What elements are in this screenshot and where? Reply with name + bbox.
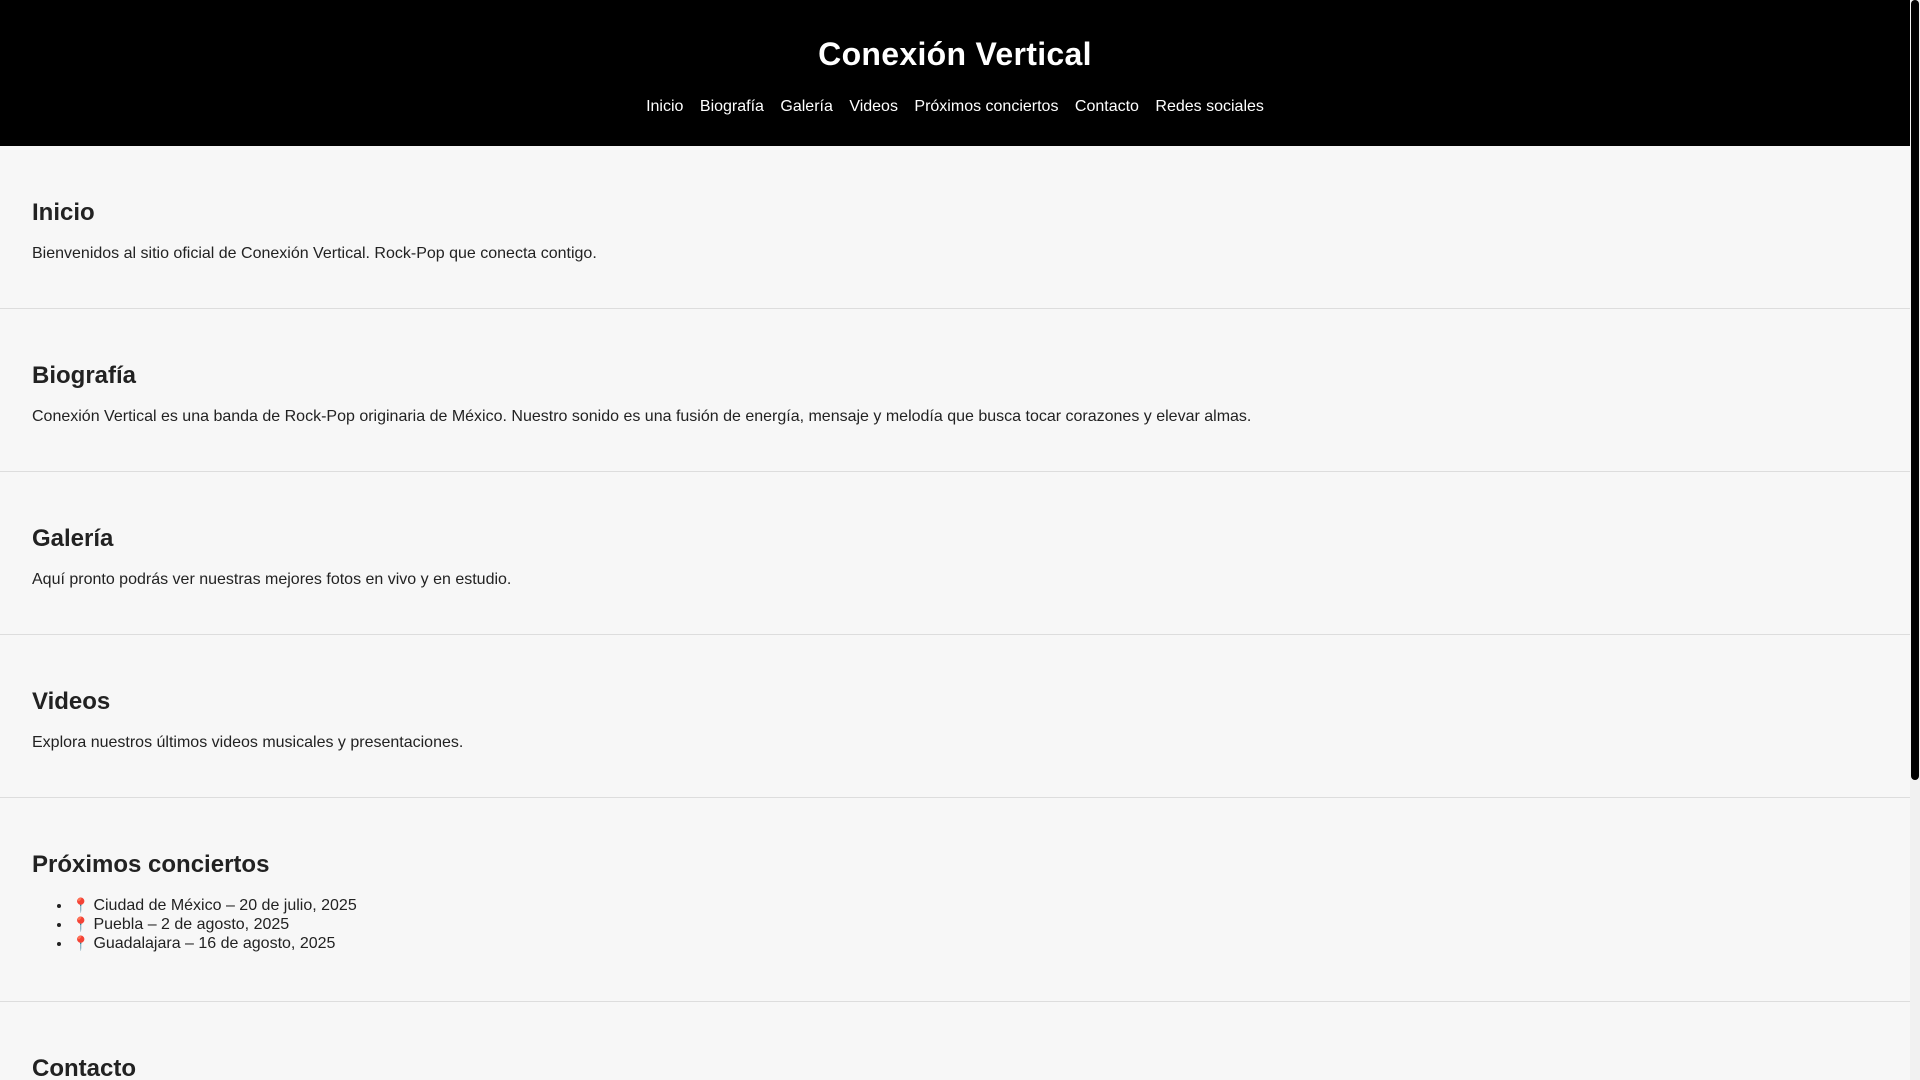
- section-heading: Videos: [32, 688, 111, 715]
- nav-link-galeria[interactable]: Galería: [780, 98, 832, 115]
- section-text: Explora nuestros últimos videos musicale…: [32, 734, 464, 751]
- section-heading: Galería: [32, 525, 114, 552]
- section-heading: Contacto: [32, 1055, 136, 1080]
- nav-link-videos[interactable]: Videos: [849, 98, 898, 115]
- section-contacto: Contacto: [0, 1002, 1910, 1080]
- section-heading: Biografía: [32, 362, 137, 389]
- site-title: Conexión Vertical: [818, 36, 1092, 72]
- section-biografia: Biografía Conexión Vertical es una banda…: [0, 309, 1910, 472]
- browser-viewport: Conexión Vertical Inicio Biografía Galer…: [0, 0, 1920, 1080]
- list-item: 📍Guadalajara – 16 de agosto, 2025: [72, 934, 1878, 953]
- concert-list: 📍Ciudad de México – 20 de julio, 2025 📍P…: [32, 896, 1878, 953]
- nav-link-biografia[interactable]: Biografía: [700, 98, 764, 115]
- site-header: Conexión Vertical Inicio Biografía Galer…: [0, 0, 1910, 146]
- concert-text: Puebla – 2 de agosto, 2025: [93, 916, 290, 933]
- list-item: 📍Ciudad de México – 20 de julio, 2025: [72, 896, 1878, 915]
- scrollbar-thumb[interactable]: [1911, 0, 1919, 780]
- nav-link-contacto[interactable]: Contacto: [1075, 98, 1139, 115]
- concert-text: Guadalajara – 16 de agosto, 2025: [93, 935, 336, 952]
- round-pushpin-icon: 📍: [72, 916, 90, 932]
- round-pushpin-icon: 📍: [72, 897, 90, 913]
- round-pushpin-icon: 📍: [72, 935, 90, 951]
- section-text: Conexión Vertical es una banda de Rock-P…: [32, 408, 1252, 425]
- list-item: 📍Puebla – 2 de agosto, 2025: [72, 915, 1878, 934]
- vertical-scrollbar[interactable]: [1910, 0, 1920, 1080]
- section-text: Aquí pronto podrás ver nuestras mejores …: [32, 571, 512, 588]
- page-content: Conexión Vertical Inicio Biografía Galer…: [0, 0, 1910, 1080]
- section-heading: Próximos conciertos: [32, 851, 270, 878]
- section-heading: Inicio: [32, 199, 95, 226]
- nav-link-proximos-conciertos[interactable]: Próximos conciertos: [914, 98, 1058, 115]
- section-galeria: Galería Aquí pronto podrás ver nuestras …: [0, 472, 1910, 635]
- concert-text: Ciudad de México – 20 de julio, 2025: [93, 897, 357, 914]
- section-inicio: Inicio Bienvenidos al sitio oficial de C…: [0, 146, 1910, 309]
- nav-link-inicio[interactable]: Inicio: [646, 98, 683, 115]
- main-nav: Inicio Biografía Galería Videos Próximos…: [0, 97, 1910, 117]
- section-text: Bienvenidos al sitio oficial de Conexión…: [32, 245, 597, 262]
- section-proximos-conciertos: Próximos conciertos 📍Ciudad de México – …: [0, 798, 1910, 1002]
- nav-link-redes-sociales[interactable]: Redes sociales: [1155, 98, 1264, 115]
- section-videos: Videos Explora nuestros últimos videos m…: [0, 635, 1910, 798]
